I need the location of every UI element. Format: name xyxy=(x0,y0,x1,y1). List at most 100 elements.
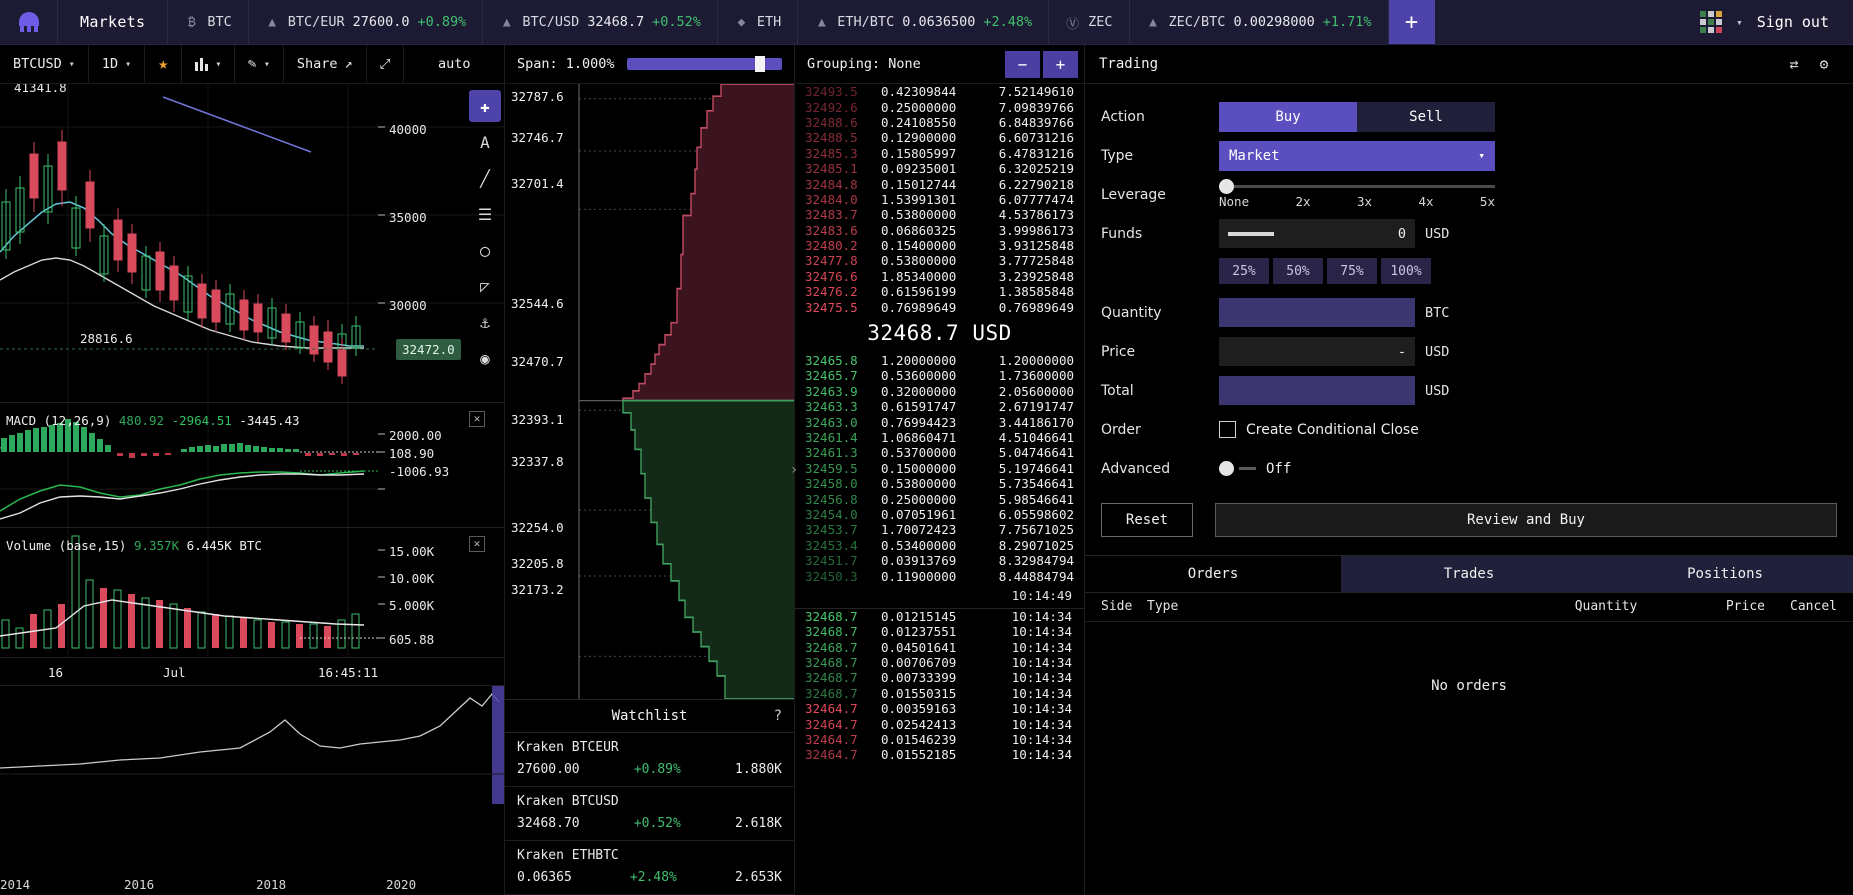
ticker-btc-eur[interactable]: ▲ BTC/EUR 27600.0 +0.89% xyxy=(249,0,484,44)
order-book-row[interactable]: 32458.0 0.53800000 5.73546641 xyxy=(795,476,1084,491)
order-book-row[interactable]: 32484.8 0.15012744 6.22790218 xyxy=(795,176,1084,192)
chevron-down-icon[interactable]: ▾ xyxy=(1736,16,1743,29)
indicators-selector[interactable]: ▾ xyxy=(182,45,236,83)
trade-row[interactable]: 32468.7 0.00706709 10:14:34 xyxy=(795,655,1084,670)
tab-orders[interactable]: Orders xyxy=(1085,556,1341,592)
order-book-row[interactable]: 32476.2 0.61596199 1.38585848 xyxy=(795,284,1084,299)
tab-positions[interactable]: Positions xyxy=(1597,556,1853,592)
order-book-row[interactable]: 32461.4 1.06860471 4.51046641 xyxy=(795,430,1084,445)
order-book-row[interactable]: 32475.5 0.76989649 0.76989649 xyxy=(795,299,1084,315)
reset-button[interactable]: Reset xyxy=(1101,503,1193,537)
order-book-row[interactable]: 32461.3 0.53700000 5.04746641 xyxy=(795,445,1084,460)
order-book-row[interactable]: 32454.0 0.07051961 6.05598602 xyxy=(795,507,1084,522)
total-input[interactable] xyxy=(1219,376,1415,405)
drawing-selector[interactable]: ✎ ▾ xyxy=(235,45,284,83)
macd-pane[interactable]: MACD (12,26,9) 480.92 -2964.51 -3445.43 … xyxy=(0,402,504,527)
order-book-asks[interactable]: 32493.5 0.42309844 7.52149610 32492.6 0.2500… xyxy=(795,84,1084,315)
order-book-row[interactable]: 32477.8 0.53800000 3.77725848 xyxy=(795,253,1084,268)
order-book-row[interactable]: 32485.3 0.15805997 6.47831216 xyxy=(795,146,1084,161)
add-tab-button[interactable]: + xyxy=(1388,0,1435,44)
order-book-row[interactable]: 32463.9 0.32000000 2.05600000 xyxy=(795,384,1084,399)
ticker-eth[interactable]: ◆ ETH xyxy=(718,0,799,44)
trade-row[interactable]: 32464.7 0.01552185 10:14:34 xyxy=(795,747,1084,762)
trade-row[interactable]: 32464.7 0.01546239 10:14:34 xyxy=(795,732,1084,747)
depth-plot[interactable]: 32787.6 32746.7 32701.4 32544.6 32470.7 … xyxy=(505,84,794,699)
conditional-close-checkbox[interactable] xyxy=(1219,421,1236,438)
ticker-btc[interactable]: ₿ BTC xyxy=(168,0,249,44)
magnet-tool-icon[interactable]: ⚓ xyxy=(469,306,501,338)
order-book-row[interactable]: 32488.6 0.24108550 6.84839766 xyxy=(795,115,1084,130)
trendline-tool-icon[interactable]: ╱ xyxy=(469,162,501,194)
order-book-row[interactable]: 32450.3 0.11900000 8.44884794 xyxy=(795,568,1084,584)
order-type-select[interactable]: Market ▾ xyxy=(1219,140,1495,171)
price-chart-pane[interactable]: 40000 35000 30000 41341.8 28816.6 32472.… xyxy=(0,84,504,402)
order-book-row[interactable]: 32453.7 1.70072423 7.75671025 xyxy=(795,522,1084,537)
order-book-row[interactable]: 32453.4 0.53400000 8.29071025 xyxy=(795,538,1084,553)
quantity-input[interactable] xyxy=(1219,298,1415,327)
gear-icon[interactable]: ⚙ xyxy=(1809,55,1839,73)
grid-apps-icon[interactable] xyxy=(1700,11,1723,33)
trade-row[interactable]: 32468.7 0.04501641 10:14:34 xyxy=(795,640,1084,655)
tab-trades[interactable]: Trades xyxy=(1341,556,1597,592)
ticker-eth-btc[interactable]: ▲ ETH/BTC 0.0636500 +2.48% xyxy=(798,0,1050,44)
grouping-decrease-button[interactable]: − xyxy=(1005,50,1040,78)
order-book-row[interactable]: 32483.7 0.53800000 4.53786173 xyxy=(795,207,1084,222)
list-item[interactable]: Kraken ETHBTC 0.06365 +2.48% 2.653K xyxy=(505,841,794,895)
signout-button[interactable]: Sign out xyxy=(1757,13,1835,31)
collapse-left-handle[interactable]: › xyxy=(788,45,800,895)
nav-markets-link[interactable]: Markets xyxy=(58,0,169,44)
span-slider[interactable] xyxy=(626,56,782,72)
text-tool-icon[interactable]: A xyxy=(469,126,501,158)
recent-trades-list[interactable]: 32468.7 0.01215145 10:14:34 32468.7 0.012375… xyxy=(795,609,1084,763)
grouping-increase-button[interactable]: + xyxy=(1043,50,1078,78)
list-item[interactable]: Kraken BTCUSD 32468.70 +0.52% 2.618K xyxy=(505,787,794,841)
trade-row[interactable]: 32468.7 0.01550315 10:14:34 xyxy=(795,686,1084,701)
sell-button[interactable]: Sell xyxy=(1357,101,1495,132)
order-book-row[interactable]: 32459.5 0.15000000 5.19746641 xyxy=(795,461,1084,476)
list-item[interactable]: Kraken BTCEUR 27600.00 +0.89% 1.880K xyxy=(505,733,794,787)
order-book-row[interactable]: 32451.7 0.03913769 8.32984794 xyxy=(795,553,1084,568)
funds-percent-75-button[interactable]: 75% xyxy=(1327,258,1377,284)
fib-tool-icon[interactable]: ◸ xyxy=(469,270,501,302)
collapse-right-handle[interactable]: › xyxy=(0,0,5,895)
chart-overview-pane[interactable]: 2014 2016 2018 2020 xyxy=(0,685,504,895)
funds-percent-100-button[interactable]: 100% xyxy=(1381,258,1431,284)
kraken-logo-icon[interactable] xyxy=(0,0,58,44)
order-book-row[interactable]: 32476.6 1.85340000 3.23925848 xyxy=(795,269,1084,284)
order-book-row[interactable]: 32463.3 0.61591747 2.67191747 xyxy=(795,399,1084,414)
price-input[interactable]: - xyxy=(1219,337,1415,366)
funds-percent-25-button[interactable]: 25% xyxy=(1219,258,1269,284)
fullscreen-button[interactable]: ⤢ xyxy=(367,45,405,83)
order-book-bids[interactable]: 32465.8 1.20000000 1.20000000 32465.7 0.5360… xyxy=(795,353,1084,584)
interval-selector[interactable]: 1D ▾ xyxy=(89,45,146,83)
order-book-row[interactable]: 32488.5 0.12900000 6.60731216 xyxy=(795,130,1084,145)
trade-row[interactable]: 32468.7 0.01237551 10:14:34 xyxy=(795,624,1084,639)
favorite-button[interactable]: ★ xyxy=(145,45,183,83)
leverage-slider[interactable] xyxy=(1219,178,1495,194)
order-book-row[interactable]: 32463.0 0.76994423 3.44186170 xyxy=(795,414,1084,430)
scale-mode-button[interactable]: auto xyxy=(404,45,504,83)
trade-row[interactable]: 32464.7 0.02542413 10:14:34 xyxy=(795,716,1084,732)
order-book-row[interactable]: 32492.6 0.25000000 7.09839766 xyxy=(795,99,1084,115)
order-book-row[interactable]: 32480.2 0.15400000 3.93125848 xyxy=(795,238,1084,253)
pair-selector[interactable]: BTCUSD ▾ xyxy=(0,45,89,83)
ellipse-tool-icon[interactable]: ◯ xyxy=(469,234,501,266)
share-button[interactable]: Share ↗ xyxy=(284,45,367,83)
order-book-row[interactable]: 32484.0 1.53991301 6.07777474 xyxy=(795,192,1084,207)
help-icon[interactable]: ? xyxy=(774,708,782,724)
ticker-zec[interactable]: Ⓥ ZEC xyxy=(1049,0,1130,44)
trade-row[interactable]: 32464.7 0.00359163 10:14:34 xyxy=(795,701,1084,716)
swap-icon[interactable]: ⇄ xyxy=(1779,55,1809,73)
volume-pane[interactable]: Volume (base,15) 9.357K 6.445K BTC ✕ 15.… xyxy=(0,527,504,657)
review-and-buy-button[interactable]: Review and Buy xyxy=(1215,503,1837,537)
advanced-toggle[interactable] xyxy=(1219,461,1256,476)
order-book-row[interactable]: 32483.6 0.06860325 3.99986173 xyxy=(795,223,1084,238)
trade-row[interactable]: 32468.7 0.01215145 10:14:34 xyxy=(795,609,1084,624)
ticker-btc-usd[interactable]: ▲ BTC/USD 32468.7 +0.52% xyxy=(483,0,718,44)
funds-percent-50-button[interactable]: 50% xyxy=(1273,258,1323,284)
ticker-zec-btc[interactable]: ▲ ZEC/BTC 0.00298000 +1.71% xyxy=(1130,0,1389,44)
eye-visibility-icon[interactable]: ◉ xyxy=(469,342,501,374)
close-pane-icon[interactable]: ✕ xyxy=(469,536,485,552)
order-book-row[interactable]: 32456.8 0.25000000 5.98546641 xyxy=(795,491,1084,507)
order-book-row[interactable]: 32493.5 0.42309844 7.52149610 xyxy=(795,84,1084,99)
